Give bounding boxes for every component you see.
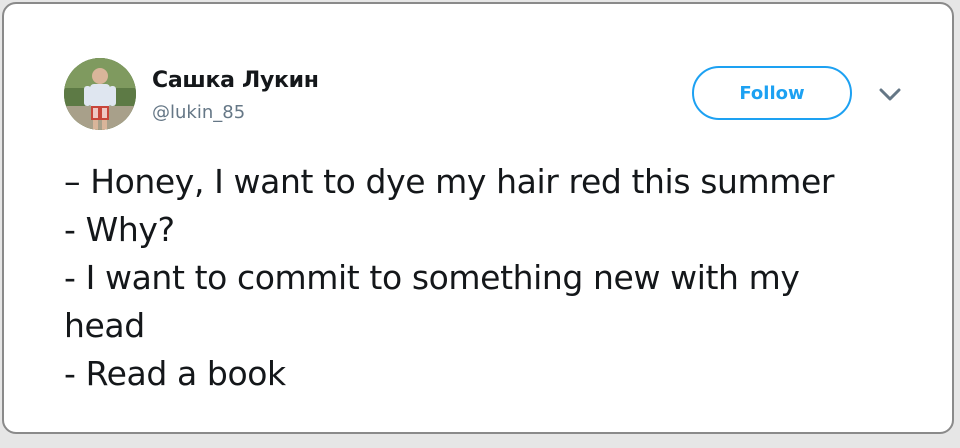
tweet-text: – Honey, I want to dye my hair red this … [64,158,924,398]
tweet-line: – Honey, I want to dye my hair red this … [64,162,835,201]
tweet-line: - Read a book [64,354,286,393]
tweet-line: - Why? [64,210,175,249]
tweet-card: Сашка Лукин @lukin_85 Follow – Honey, I … [2,2,954,434]
avatar[interactable] [64,58,136,130]
tweet-line: - I want to commit to something new with… [64,258,800,297]
chevron-down-icon[interactable] [878,84,902,104]
display-name[interactable]: Сашка Лукин [152,68,319,93]
user-photo-avatar-icon [64,58,136,130]
user-handle[interactable]: @lukin_85 [152,102,245,123]
tweet-line: head [64,306,145,345]
follow-button[interactable]: Follow [692,66,852,120]
